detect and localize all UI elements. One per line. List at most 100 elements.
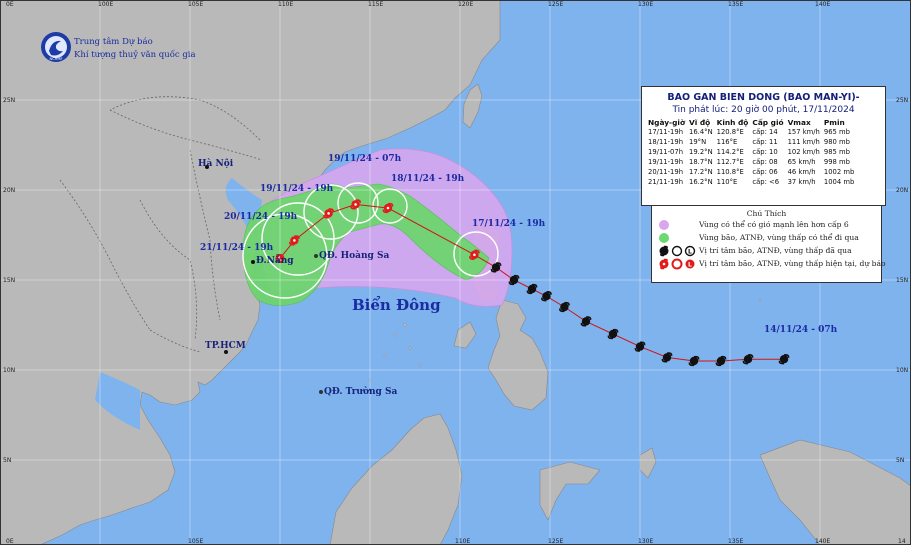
track-label-2111: 21/11/24 - 19h [200,243,274,253]
tick-bottom-130e: 130E [638,538,654,545]
table-cell: 19.2°N [689,148,713,156]
past-position-icon [580,316,592,327]
tick-bottom-140e: 140E [815,538,831,545]
storm-title: BAO GAN BIEN DONG (BAO MAN-YI)- [667,92,860,103]
table-cell: 37 km/h [787,178,816,186]
table-header: Vĩ độ [689,118,711,127]
table-row: 19/11-07h 19.2°N 114.2°E cấp: 10 102 km/h 985… [646,147,856,157]
weather-map: L NCHMF Trung tâm Dự báo Khí tượng thuỷ … [0,0,911,545]
table-cell: 965 mb [823,128,850,136]
legend-item-strong-wind: Vùng có thể có gió mạnh lên hơn cấp 6 [652,218,881,231]
tick-left-15n: 15N [3,277,16,284]
tick-right-10n: 10N [896,367,909,374]
tick-top-115e: 115E [368,1,384,8]
issue-time: Tin phát lúc: 20 giờ 00 phút, 17/11/2024 [672,105,855,115]
forecast-typhoon-symbols-icon: L [659,258,695,270]
table-cell: 17/11-19h [648,128,683,136]
svg-text:NCHMF: NCHMF [49,57,62,61]
tick-bottom-125e: 125E [548,538,564,545]
storm-info-panel: BAO GAN BIEN DONG (BAO MAN-YI)- Tin phát… [641,86,886,206]
land-borneo [329,413,463,545]
table-header: Cấp gió [752,118,784,127]
table-cell: 18.7°N [689,158,713,166]
table-header-row: Ngày-giờ Vĩ độ Kinh độ Cấp gió Vmax Pmin [646,118,856,127]
org-name-line1: Trung tâm Dự báo [74,37,153,47]
tick-right-5n: 5N [896,457,905,464]
past-typhoon-symbols-icon: L [659,245,696,257]
legend-item-past-position: L Vị trí tâm bão, ATNĐ, vùng thấp đã qua [652,244,881,257]
island-label-truong-sa: QĐ. Trường Sa [324,387,398,397]
table-cell: cấp: 11 [752,138,778,146]
track-label-2011: 20/11/24 - 19h [224,212,298,222]
table-cell: 19/11-19h [648,158,683,166]
table-cell: 21/11-19h [648,178,683,186]
table-cell: cấp: 10 [752,148,778,156]
table-cell: 65 km/h [787,158,816,166]
legend-title: Chú Thích [746,209,787,218]
tick-top-130e: 130E [638,1,654,8]
tick-left-10n: 10N [3,367,16,374]
tick-top-125e: 125E [548,1,564,8]
svg-text:L: L [688,262,692,269]
storm-table: Ngày-giờ Vĩ độ Kinh độ Cấp gió Vmax Pmin… [646,118,856,187]
island-label-hoang-sa: QĐ. Hoàng Sa [319,251,390,261]
tick-bottom-135e: 135E [728,538,744,545]
table-header: Vmax [787,118,811,127]
table-row: 18/11-19h 19°N 116°E cấp: 11 111 km/h 980 mb [646,137,856,147]
table-cell: 110.8°E [716,168,744,176]
table-cell: 16.4°N [689,128,713,136]
table-cell: cấp: 08 [752,158,778,166]
past-position-icon [541,291,552,302]
land-philippines-south [487,299,549,411]
past-position-icon [778,354,790,365]
table-cell: 111 km/h [787,138,820,146]
table-cell: 1004 mb [823,178,855,186]
table-body: 17/11-19h 16.4°N 120.8°E cấp: 14 157 km/h 965… [646,127,856,187]
table-cell: 112.7°E [716,158,744,166]
track-label-1811: 18/11/24 - 19h [391,174,465,184]
legend-item-storm-area: Vùng bão, ATNĐ, vùng thấp có thể đi qua [652,231,881,244]
past-position-icon [634,341,646,352]
city-label-tp-hcm: TP.HCM [205,341,246,351]
table-cell: 116°E [716,138,738,146]
table-cell: 18/11-19h [648,138,683,146]
past-position-icon [688,355,700,367]
table-header: Ngày-giờ [648,118,686,127]
track-label-1907: 19/11/24 - 07h [328,154,402,164]
table-cell: 19/11-07h [648,148,683,156]
track-label-1711: 17/11/24 - 19h [472,219,546,229]
table-cell: 102 km/h [787,148,820,156]
legend-item-current-forecast: L Vị trí tâm bão, ATNĐ, vùng thấp hiện t… [652,257,886,270]
past-position-icon [715,355,727,367]
table-cell: 1002 mb [823,168,855,176]
org-name-line2: Khí tượng thuỷ văn quốc gia [74,50,196,60]
table-cell: 998 mb [823,158,850,166]
past-position-icon [508,274,520,286]
table-cell: 17.2°N [689,168,713,176]
track-label-1411: 14/11/24 - 07h [764,325,838,335]
table-cell: cấp: 14 [752,128,778,136]
tick-corner-left-bottom: 0E [6,538,14,545]
nchmf-logo-icon: NCHMF [41,32,71,62]
table-header: Pmin [823,118,845,127]
tick-corner-right-bottom: 14 [898,538,906,545]
table-cell: cấp: <6 [752,178,780,186]
tick-right-25n: 25N [896,97,909,104]
tick-right-20n: 20N [896,187,909,194]
tick-top-135e: 135E [728,1,744,8]
past-position-icon [607,328,619,340]
svg-text:L: L [688,249,692,256]
land-taiwan [462,83,483,129]
tick-bottom-105e: 105E [188,538,204,545]
table-row: 20/11-19h 17.2°N 110.8°E cấp: 06 46 km/h 1002… [646,167,856,177]
table-cell: 985 mb [823,148,850,156]
tick-corner-left: 0E [6,1,14,8]
table-row: 17/11-19h 16.4°N 120.8°E cấp: 14 157 km/h 965… [646,127,856,137]
table-cell: 980 mb [823,138,850,146]
table-cell: 120.8°E [716,128,744,136]
table-row: 19/11-19h 18.7°N 112.7°E cấp: 08 65 km/h 998 … [646,157,856,167]
table-cell: 157 km/h [787,128,820,136]
green-area-icon [659,233,669,243]
past-position-icon [526,283,538,295]
tick-bottom-110e: 110E [455,538,471,545]
